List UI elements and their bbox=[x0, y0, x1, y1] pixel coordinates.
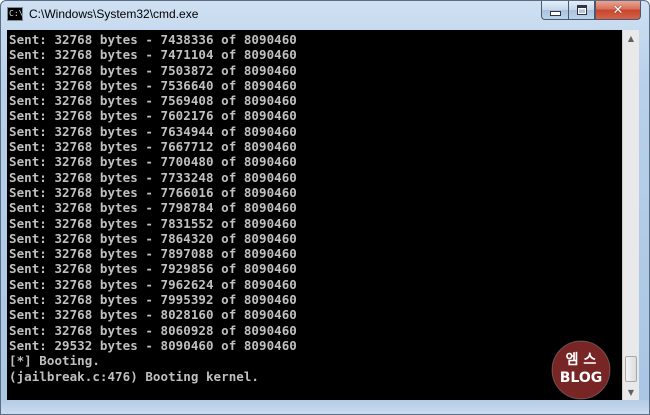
scrollbar-thumb[interactable] bbox=[625, 356, 637, 382]
console-line: Sent: 32768 bytes - 7503872 of 8090460 bbox=[9, 62, 297, 78]
console-line: Sent: 32768 bytes - 7733248 of 8090460 bbox=[9, 169, 297, 185]
window-bottom-border bbox=[1, 400, 649, 414]
console-line: Sent: 32768 bytes - 7536640 of 8090460 bbox=[9, 77, 297, 93]
minimize-button[interactable] bbox=[541, 1, 568, 20]
console-output: Sent: 32768 bytes - 7438336 of 8090460 Se… bbox=[9, 32, 625, 384]
console-line: Sent: 32768 bytes - 7962624 of 8090460 bbox=[9, 276, 297, 292]
cmd-window: C:\ C:\Windows\System32\cmd.exe ✕ Sent: … bbox=[0, 0, 650, 415]
console-line: Sent: 32768 bytes - 7667712 of 8090460 bbox=[9, 139, 297, 155]
console-line: Sent: 32768 bytes - 7602176 of 8090460 bbox=[9, 108, 297, 124]
close-icon: ✕ bbox=[612, 2, 624, 18]
console-line: Sent: 32768 bytes - 8028160 of 8090460 bbox=[9, 307, 297, 323]
console-line: Sent: 32768 bytes - 7471104 of 8090460 bbox=[9, 47, 297, 63]
console-line: Sent: 32768 bytes - 7798784 of 8090460 bbox=[9, 200, 297, 216]
minimize-icon bbox=[549, 10, 561, 16]
console-line: Sent: 32768 bytes - 7864320 of 8090460 bbox=[9, 230, 297, 246]
scroll-up-arrow-icon: ▲ bbox=[627, 34, 635, 43]
scroll-down-arrow-icon: ▼ bbox=[627, 388, 635, 397]
console-line: Sent: 32768 bytes - 7995392 of 8090460 bbox=[9, 292, 297, 308]
window-title: C:\Windows\System32\cmd.exe bbox=[29, 7, 199, 21]
window-controls: ✕ bbox=[541, 1, 641, 21]
console-line: Sent: 32768 bytes - 7634944 of 8090460 bbox=[9, 123, 297, 139]
console-line: Sent: 29532 bytes - 8090460 of 8090460 bbox=[9, 337, 297, 353]
close-button[interactable]: ✕ bbox=[595, 1, 641, 20]
console-line: Sent: 32768 bytes - 7766016 of 8090460 bbox=[9, 184, 297, 200]
console-line: (jailbreak.c:476) Booting kernel. bbox=[9, 368, 259, 384]
console-line: Sent: 32768 bytes - 7929856 of 8090460 bbox=[9, 261, 297, 277]
scroll-up-button[interactable]: ▲ bbox=[623, 30, 639, 47]
vertical-scrollbar[interactable]: ▲ ▼ bbox=[622, 30, 639, 401]
console-line: Sent: 32768 bytes - 7438336 of 8090460 bbox=[9, 32, 297, 47]
cmd-icon[interactable]: C:\ bbox=[7, 7, 23, 21]
console-line: Sent: 32768 bytes - 7831552 of 8090460 bbox=[9, 215, 297, 231]
scroll-down-button[interactable]: ▼ bbox=[623, 384, 639, 401]
console-line: [*] Booting. bbox=[9, 353, 100, 369]
console-line: Sent: 32768 bytes - 7569408 of 8090460 bbox=[9, 93, 297, 109]
console-area[interactable]: Sent: 32768 bytes - 7438336 of 8090460 Se… bbox=[7, 30, 639, 401]
console-line: Sent: 32768 bytes - 7700480 of 8090460 bbox=[9, 154, 297, 170]
console-line: Sent: 32768 bytes - 7897088 of 8090460 bbox=[9, 246, 297, 262]
maximize-icon bbox=[576, 5, 587, 15]
maximize-button[interactable] bbox=[568, 1, 595, 20]
title-bar[interactable]: C:\ C:\Windows\System32\cmd.exe ✕ bbox=[1, 1, 649, 30]
console-line: Sent: 32768 bytes - 8060928 of 8090460 bbox=[9, 322, 297, 338]
